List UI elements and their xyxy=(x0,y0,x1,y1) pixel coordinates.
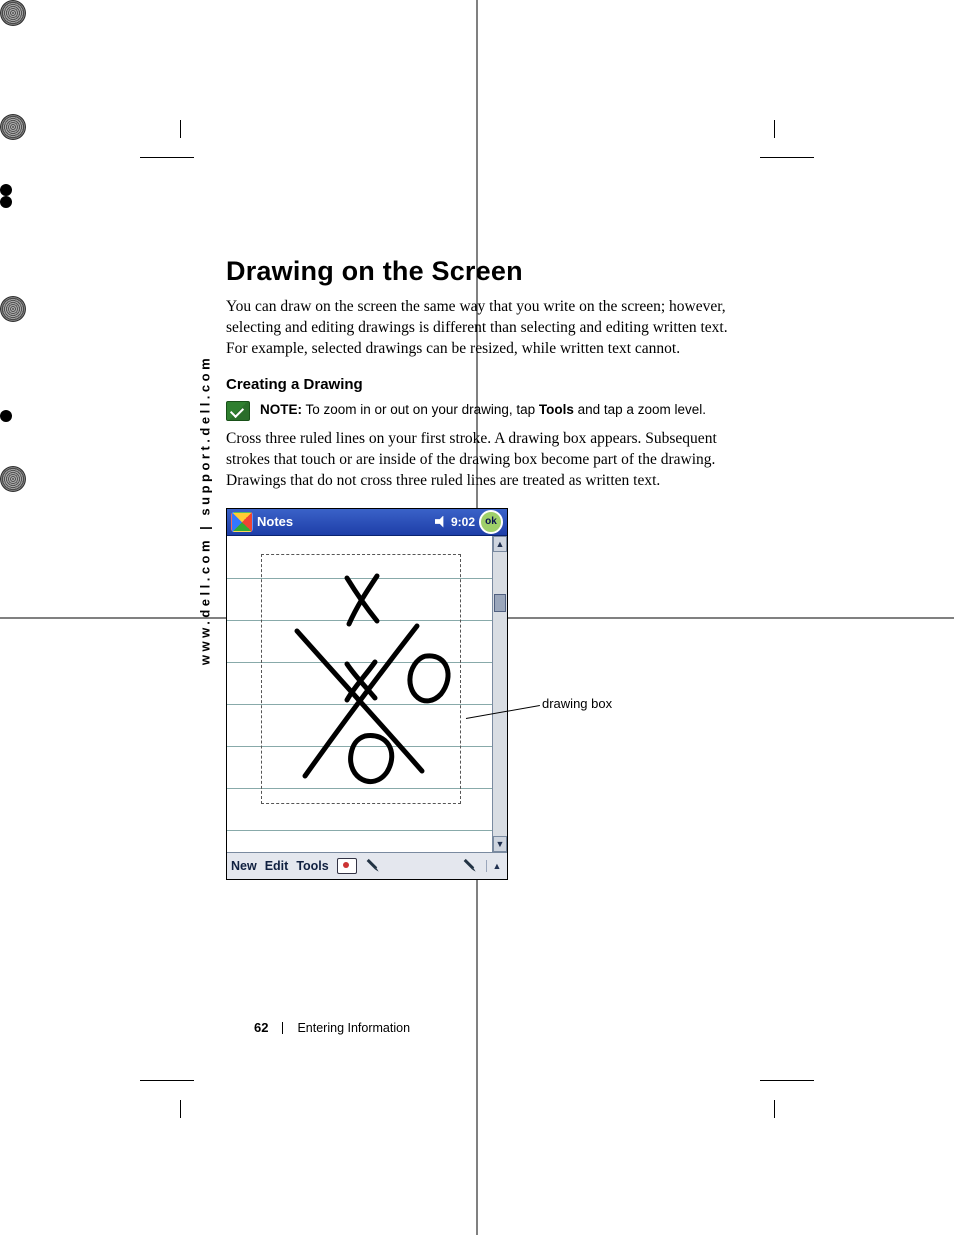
crop-line xyxy=(774,120,775,138)
pda-device: Notes 9:02 ok xyxy=(226,508,508,880)
menu-tools[interactable]: Tools xyxy=(296,859,328,873)
scroll-up-button[interactable]: ▲ xyxy=(493,536,507,552)
registration-cross-icon xyxy=(0,252,44,296)
footer-separator xyxy=(282,1022,283,1034)
note-part2: and tap a zoom level. xyxy=(574,402,706,417)
menu-new[interactable]: New xyxy=(231,859,257,873)
screenshot-figure: Notes 9:02 ok xyxy=(226,508,646,888)
crop-line xyxy=(760,157,814,158)
input-panel-up-icon[interactable]: ▲ xyxy=(486,860,503,872)
registration-cross-icon xyxy=(0,492,44,536)
crop-line xyxy=(774,1100,775,1118)
body-paragraph: Cross three ruled lines on your first st… xyxy=(226,429,736,492)
registration-cross-icon xyxy=(0,70,44,114)
page-footer: 62 Entering Information xyxy=(254,1020,410,1035)
scroll-down-button[interactable]: ▼ xyxy=(493,836,507,852)
registration-ball-icon xyxy=(0,466,26,492)
menubar: New Edit Tools ▲ xyxy=(227,852,507,879)
crop-line xyxy=(180,120,181,138)
clock-time: 9:02 xyxy=(451,515,475,529)
record-icon[interactable] xyxy=(337,858,357,874)
section-name: Entering Information xyxy=(297,1021,410,1035)
registration-cross-icon xyxy=(0,366,44,410)
app-title: Notes xyxy=(257,514,431,529)
registration-cross-icon xyxy=(0,422,44,466)
registration-dot-icon xyxy=(0,184,12,196)
titlebar: Notes 9:02 ok xyxy=(227,509,507,536)
registration-ball-icon xyxy=(0,0,26,26)
note-canvas-area: ▲ ▼ xyxy=(227,536,507,852)
registration-cross-icon xyxy=(0,26,44,70)
registration-dot-icon xyxy=(0,410,12,422)
drawing-selection-box[interactable] xyxy=(261,554,461,804)
page-title: Drawing on the Screen xyxy=(226,256,736,287)
note-block: NOTE: To zoom in or out on your drawing,… xyxy=(226,401,736,421)
side-url: www.dell.com | support.dell.com xyxy=(198,355,213,665)
registration-ball-icon xyxy=(0,114,26,140)
section-heading: Creating a Drawing xyxy=(226,376,736,393)
pen-icon[interactable] xyxy=(361,854,384,877)
menu-edit[interactable]: Edit xyxy=(265,859,289,873)
vertical-scrollbar[interactable]: ▲ ▼ xyxy=(492,536,507,852)
registration-dot-icon xyxy=(0,196,12,208)
page-number: 62 xyxy=(254,1020,268,1035)
keyboard-pen-icon[interactable] xyxy=(459,854,482,877)
note-part1: To zoom in or out on your drawing, tap xyxy=(302,402,539,417)
registration-ball-icon xyxy=(0,296,26,322)
intro-paragraph: You can draw on the screen the same way … xyxy=(226,297,736,360)
registration-cross-icon xyxy=(0,322,44,366)
ok-button[interactable]: ok xyxy=(479,510,503,534)
note-label: NOTE: xyxy=(260,402,302,417)
note-check-icon xyxy=(226,401,250,421)
crop-line xyxy=(180,1100,181,1118)
speaker-icon[interactable] xyxy=(435,516,447,528)
manual-page: www.dell.com | support.dell.com Drawing … xyxy=(0,0,954,1235)
callout-label: drawing box xyxy=(542,696,612,711)
scroll-thumb[interactable] xyxy=(494,594,506,612)
status-area: 9:02 xyxy=(435,515,475,529)
crop-line xyxy=(760,1080,814,1081)
crop-line xyxy=(140,157,194,158)
content-column: Drawing on the Screen You can draw on th… xyxy=(226,256,736,888)
note-bold: Tools xyxy=(539,402,574,417)
ruled-canvas[interactable] xyxy=(227,536,492,852)
start-flag-icon[interactable] xyxy=(231,512,253,532)
crop-line xyxy=(140,1080,194,1081)
registration-cross-icon xyxy=(0,140,44,184)
note-text: NOTE: To zoom in or out on your drawing,… xyxy=(260,401,706,419)
registration-cross-icon xyxy=(0,208,44,252)
